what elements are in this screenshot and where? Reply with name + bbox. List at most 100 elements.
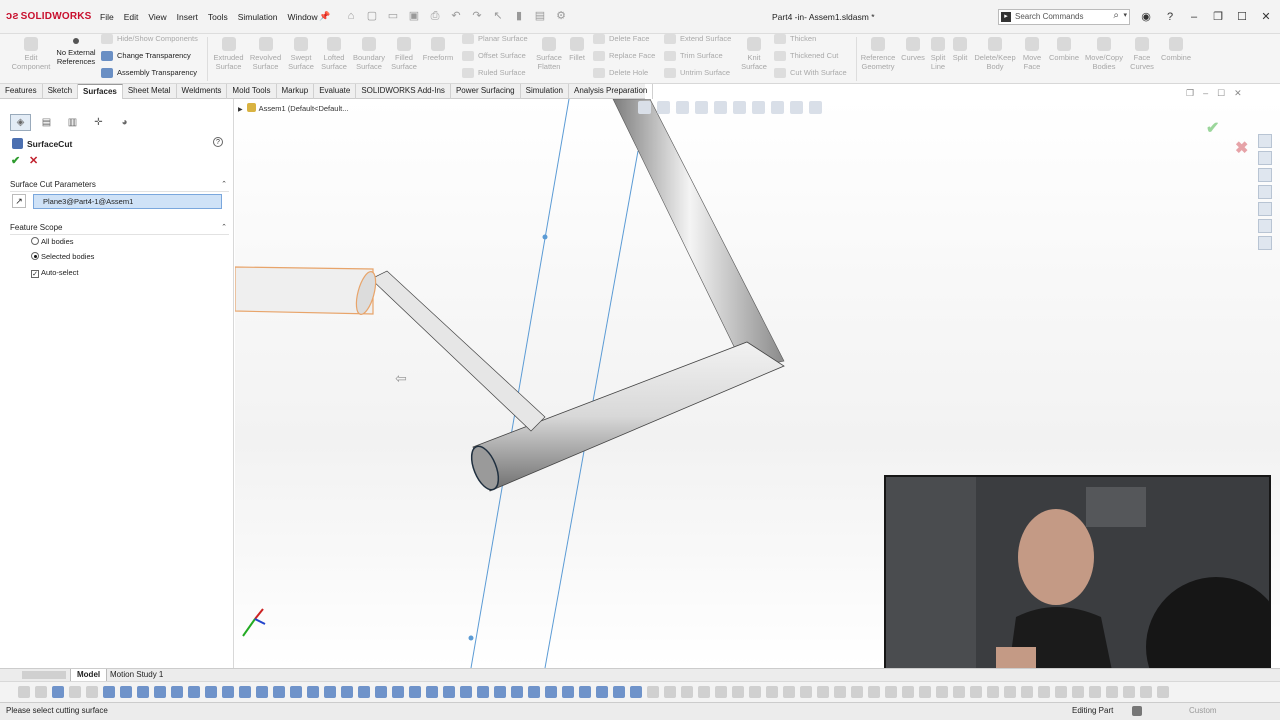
menu-simulation[interactable]: Simulation [238,12,278,22]
menu-window[interactable]: Window [287,12,317,22]
inactive-tool-icon[interactable] [953,686,965,698]
user-account-icon[interactable]: ◉ [1138,9,1154,25]
move-face-button[interactable]: Move Face [1019,37,1045,71]
inactive-tool-icon[interactable] [885,686,897,698]
expand-arrow-icon[interactable]: ▶ [238,107,243,113]
menu-edit[interactable]: Edit [124,12,139,22]
cancel-button[interactable]: ✕ [29,154,38,167]
all-bodies-radio[interactable]: All bodies [31,237,74,246]
diagonal-tube[interactable] [370,270,546,432]
inactive-tool-icon[interactable] [902,686,914,698]
inactive-tool-icon[interactable] [732,686,744,698]
tab-sketch[interactable]: Sketch [43,84,79,99]
custom-properties-icon[interactable] [1258,236,1272,250]
cut-with-surface-button[interactable]: Cut With Surface [774,68,847,78]
dimxpert-manager-icon[interactable]: ✛ [88,114,109,131]
chevron-up-icon[interactable]: ⌃ [221,180,227,188]
inactive-tool-icon[interactable] [834,686,846,698]
inactive-tool-icon[interactable] [936,686,948,698]
configuration-manager-icon[interactable]: ▥ [62,114,83,131]
move-copy-bodies-button[interactable]: Move/Copy Bodies [1083,37,1125,71]
centerline-icon[interactable] [528,686,540,698]
thickened-cut-button[interactable]: Thickened Cut [774,51,838,61]
tab-surfaces[interactable]: Surfaces [78,84,123,99]
arc-icon[interactable] [171,686,183,698]
print-icon[interactable]: ⎙ [428,9,442,23]
face-curves-button[interactable]: Face Curves [1126,37,1158,71]
reverse-direction-icon[interactable]: ↗ [12,194,26,208]
selection-tool-icon[interactable] [69,686,81,698]
apply-scene-icon[interactable] [790,101,803,114]
mirror-entities-icon[interactable] [341,686,353,698]
trim-entities-icon[interactable] [307,686,319,698]
extend-surface-button[interactable]: Extend Surface [664,34,731,44]
rectangle-icon[interactable] [137,686,149,698]
open-folder-icon[interactable]: ▭ [386,9,400,23]
filled-surface-button[interactable]: Filled Surface [389,37,419,71]
tab-evaluate[interactable]: Evaluate [314,84,357,99]
save-icon[interactable]: ▣ [407,9,421,23]
ok-button[interactable]: ✔ [11,154,20,167]
viewport-minimize-icon[interactable]: – [1203,88,1208,99]
slot-icon[interactable] [205,686,217,698]
convert-entities-icon[interactable] [290,686,302,698]
tab-analysis-preparation[interactable]: Analysis Preparation [569,84,654,99]
restore-icon[interactable]: ❐ [1210,9,1226,25]
menu-insert[interactable]: Insert [177,12,198,22]
inactive-tool-icon[interactable] [664,686,676,698]
combine-secondary-button[interactable]: Combine [1158,37,1194,62]
delete-hole-button[interactable]: Delete Hole [593,68,648,78]
tab-sheet-metal[interactable]: Sheet Metal [123,84,177,99]
pin-icon[interactable]: 📌 [319,11,330,22]
tab-model[interactable]: Model [70,669,108,681]
tab-scroll-controls[interactable] [22,671,66,679]
fillet-button[interactable]: Fillet [566,37,588,62]
search-type-icon[interactable]: ▸ [1001,12,1011,22]
tab-features[interactable]: Features [0,84,43,99]
home-icon[interactable] [1258,151,1272,165]
scale-entities-icon[interactable] [426,686,438,698]
left-tube-selected[interactable] [235,266,374,315]
copy-entities-icon[interactable] [443,686,455,698]
split-button[interactable]: Split [949,37,971,62]
auto-select-checkbox[interactable]: ✓ Auto-select [31,268,79,278]
hide-show-items-icon[interactable] [752,101,765,114]
knit-surface-button[interactable]: Knit Surface [738,37,770,71]
solidworks-resources-icon[interactable] [1258,134,1272,148]
display-manager-icon[interactable]: ◕ [114,114,135,131]
inactive-tool-icon[interactable] [1123,686,1135,698]
ruled-surface-button[interactable]: Ruled Surface [462,68,526,78]
help-icon[interactable]: ? [213,137,223,147]
feature-tree-root[interactable]: ▶ Assem1 (Default<Default... [238,103,348,113]
viewport-restore-icon[interactable]: ❐ [1186,88,1194,99]
assembly-transparency-button[interactable]: Assembly Transparency [101,68,197,78]
replace-face-button[interactable]: Replace Face [593,51,655,61]
inactive-tool-icon[interactable] [766,686,778,698]
block-icon[interactable] [562,686,574,698]
zoom-area-icon[interactable] [657,101,670,114]
offset-surface-button[interactable]: Offset Surface [462,51,526,61]
revolved-surface-button[interactable]: Revolved Surface [248,37,283,71]
inactive-tool-icon[interactable] [681,686,693,698]
tab-mold-tools[interactable]: Mold Tools [227,84,277,99]
appearances-icon[interactable] [1258,219,1272,233]
quick-snaps-icon[interactable] [613,686,625,698]
construction-geometry-icon[interactable] [511,686,523,698]
close-icon[interactable]: ✕ [1258,9,1274,25]
inactive-tool-icon[interactable] [1157,686,1169,698]
inactive-tool-icon[interactable] [800,686,812,698]
inactive-tool-icon[interactable] [715,686,727,698]
stretch-entities-icon[interactable] [460,686,472,698]
plane-handle-top[interactable] [542,234,548,240]
surface-flatten-button[interactable]: Surface Flatten [533,37,565,71]
feature-manager-icon[interactable]: ◈ [10,114,31,131]
inactive-tool-icon[interactable] [868,686,880,698]
file-properties-icon[interactable]: ▤ [533,9,547,23]
confirmation-corner-cancel-icon[interactable]: ✖ [1235,138,1248,158]
extend-entities-icon[interactable] [324,686,336,698]
menu-tools[interactable]: Tools [208,12,228,22]
inactive-tool-icon[interactable] [970,686,982,698]
search-commands-input[interactable]: ▸ Search Commands ⌕ ▾ [998,9,1130,25]
tab-markup[interactable]: Markup [277,84,315,99]
chevron-down-icon[interactable]: ▾ [1123,11,1127,19]
